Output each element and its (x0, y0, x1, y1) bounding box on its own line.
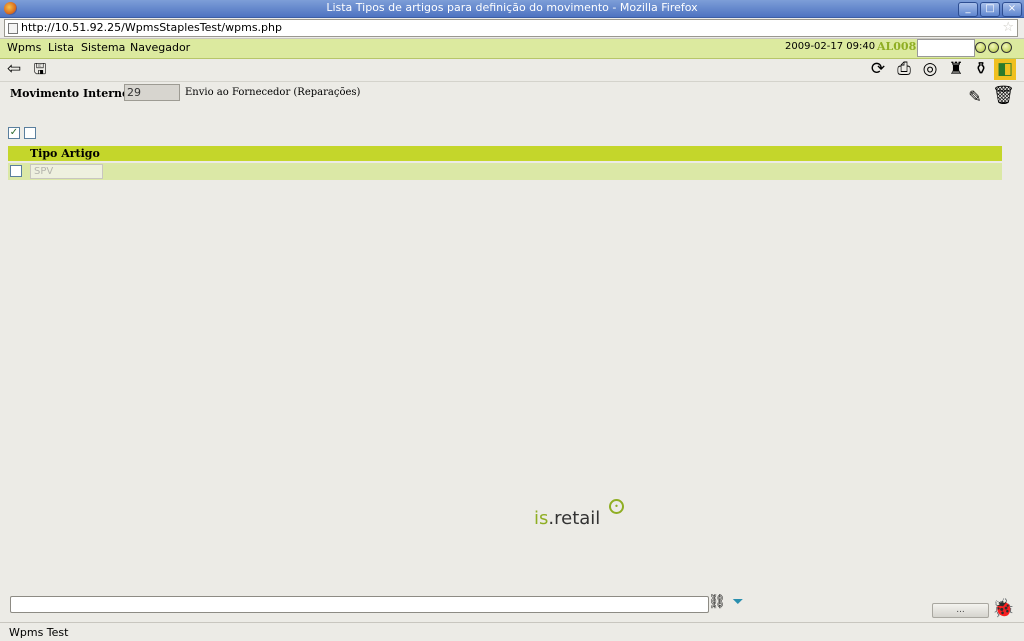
close-button[interactable]: × (1002, 2, 1022, 17)
select-all-checkbox[interactable]: ✓ (8, 127, 20, 139)
movimento-label: Movimento Interno: (10, 87, 134, 100)
movimento-field[interactable]: 29 (124, 84, 180, 101)
status-text: Wpms Test (9, 626, 69, 639)
exit-door-icon[interactable]: ◧ (994, 59, 1016, 80)
menu-lista[interactable]: Lista (48, 41, 74, 54)
tipo-artigo-cell[interactable]: SPV (30, 164, 103, 179)
logo-mark-icon: • (609, 499, 624, 514)
url-text: http://10.51.92.25/WpmsStaplesTest/wpms.… (21, 21, 282, 34)
refresh-icon[interactable]: ⟳ (868, 59, 888, 80)
edit-icon[interactable]: ✎ (965, 87, 985, 107)
pot-icon[interactable]: ⚱ (971, 59, 991, 80)
print-icon[interactable]: ⎙ (894, 59, 914, 80)
window-title: Lista Tipos de artigos para definição do… (326, 1, 698, 14)
status-dot-1-icon[interactable] (975, 42, 986, 53)
save-icon[interactable]: 🖫 (31, 59, 49, 79)
column-tipo-artigo: Tipo Artigo (30, 147, 100, 160)
page-icon (8, 23, 18, 34)
url-input[interactable]: http://10.51.92.25/WpmsStaplesTest/wpms.… (4, 19, 1018, 37)
table-row: SPV (8, 163, 1002, 180)
filter-input[interactable] (10, 596, 709, 613)
stamp-icon[interactable]: ♜ (946, 59, 966, 80)
menu-wpms[interactable]: Wpms (7, 41, 41, 54)
window-titlebar: Lista Tipos de artigos para definição do… (0, 0, 1024, 18)
maximize-button[interactable]: □ (980, 2, 1000, 17)
binoculars-icon[interactable]: ⛓ (708, 594, 726, 611)
trash-icon[interactable]: 🗑 (992, 84, 1015, 108)
deselect-all-checkbox[interactable] (24, 127, 36, 139)
app-menubar: Wpms Lista Sistema Navegador 2009-02-17 … (0, 39, 1024, 59)
movimento-description: Envio ao Fornecedor (Reparações) (185, 87, 361, 98)
row-checkbox[interactable] (10, 165, 22, 177)
status-dot-3-icon[interactable] (1001, 42, 1012, 53)
menu-sistema[interactable]: Sistema (81, 41, 125, 54)
table-header: Tipo Artigo (8, 146, 1002, 161)
navigation-bar: http://10.51.92.25/WpmsStaplesTest/wpms.… (0, 18, 1024, 39)
quick-input[interactable] (917, 39, 975, 57)
status-dot-2-icon[interactable] (988, 42, 999, 53)
menu-navegador[interactable]: Navegador (130, 41, 190, 54)
browser-statusbar: Wpms Test (0, 622, 1024, 641)
back-arrow-icon[interactable]: ⇦ (4, 59, 24, 79)
bookmark-star-icon[interactable]: ☆ (1002, 20, 1014, 35)
bug-icon[interactable]: 🐞 (992, 598, 1014, 620)
pager-button[interactable]: ... (932, 603, 989, 618)
lifebuoy-icon[interactable]: ◎ (920, 59, 940, 80)
datetime-display: 2009-02-17 09:40 (785, 41, 876, 52)
user-id: AL008 (877, 40, 917, 53)
isretail-logo: is.retail • (534, 499, 624, 529)
funnel-icon[interactable]: ⏷ (729, 594, 747, 611)
minimize-button[interactable]: _ (958, 2, 978, 17)
